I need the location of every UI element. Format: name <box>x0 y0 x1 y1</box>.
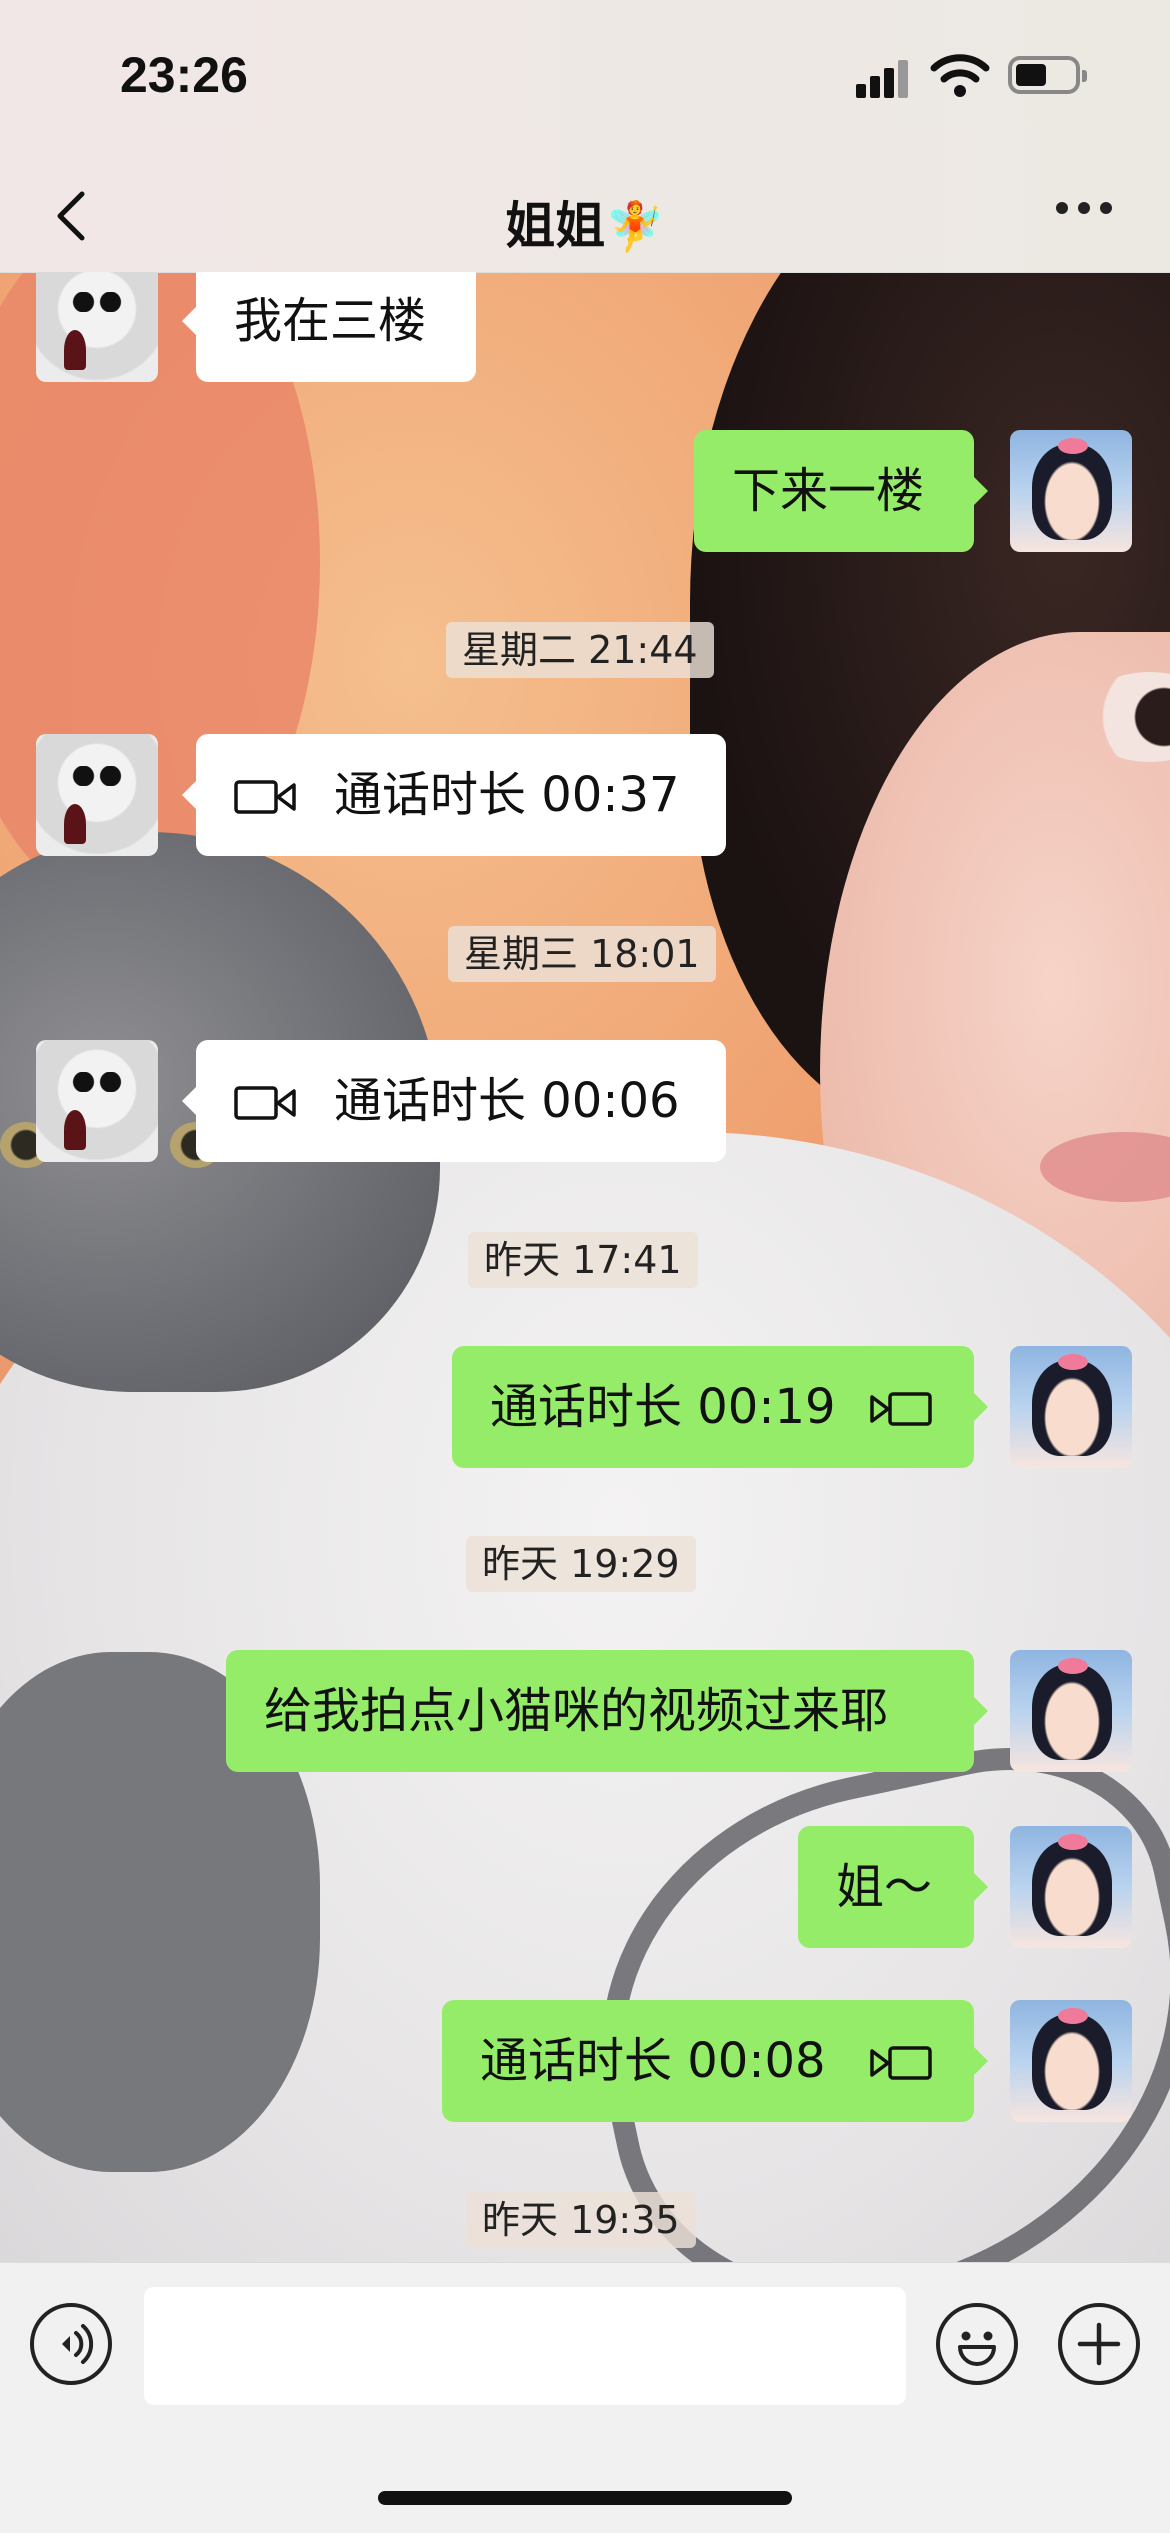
contact-avatar[interactable] <box>36 1040 158 1162</box>
input-bar <box>0 2262 1170 2533</box>
video-camera-icon <box>234 780 296 814</box>
ellipsis-icon[interactable] <box>1056 202 1116 222</box>
message-bubble-outgoing[interactable]: 给我拍点小猫咪的视频过来耶 <box>226 1650 988 1772</box>
contact-avatar[interactable] <box>36 272 158 382</box>
contact-name: 姐姐 <box>505 197 606 255</box>
video-call-record-outgoing[interactable]: 通话时长 00:19 <box>452 1346 988 1468</box>
chat-title: 姐姐🧚 <box>0 186 1170 258</box>
home-indicator[interactable] <box>378 2491 792 2505</box>
message-timestamp: 昨天 19:29 <box>466 1536 696 1592</box>
call-duration-text: 通话时长 00:19 <box>490 1379 836 1435</box>
message-timestamp: 昨天 19:35 <box>466 2192 696 2248</box>
video-call-record-outgoing[interactable]: 通话时长 00:08 <box>442 2000 988 2122</box>
my-avatar[interactable] <box>1010 1346 1132 1468</box>
plus-icon[interactable] <box>1058 2303 1140 2385</box>
my-avatar[interactable] <box>1010 430 1132 552</box>
message-timestamp: 星期三 18:01 <box>448 926 716 982</box>
video-camera-icon <box>234 1086 296 1120</box>
video-call-record-incoming[interactable]: 通话时长 00:06 <box>182 1040 726 1162</box>
message-text: 姐～ <box>836 1859 933 1915</box>
fairy-emoji: 🧚 <box>605 199 665 255</box>
my-avatar[interactable] <box>1010 1826 1132 1948</box>
message-bubble-incoming[interactable]: 我在三楼 <box>182 272 476 382</box>
message-input[interactable] <box>144 2287 906 2405</box>
message-text: 我在三楼 <box>234 293 427 349</box>
video-camera-icon <box>870 2046 932 2080</box>
message-timestamp: 昨天 17:41 <box>468 1232 698 1288</box>
call-duration-text: 通话时长 00:06 <box>334 1073 680 1129</box>
message-timestamp: 星期二 21:44 <box>446 622 714 678</box>
status-bar: 23:26 <box>0 0 1170 160</box>
message-bubble-outgoing[interactable]: 下来一楼 <box>694 430 988 552</box>
chat-header: 姐姐🧚 <box>0 160 1170 273</box>
video-call-record-incoming[interactable]: 通话时长 00:37 <box>182 734 726 856</box>
message-text: 下来一楼 <box>732 463 925 519</box>
call-duration-text: 通话时长 00:37 <box>334 767 680 823</box>
message-text: 给我拍点小猫咪的视频过来耶 <box>264 1683 889 1739</box>
emoji-icon[interactable] <box>936 2303 1018 2385</box>
call-duration-text: 通话时长 00:08 <box>480 2033 826 2089</box>
signal-bars-icon <box>856 58 912 98</box>
battery-icon <box>1008 56 1087 94</box>
my-avatar[interactable] <box>1010 2000 1132 2122</box>
voice-icon[interactable] <box>30 2303 112 2385</box>
message-list[interactable]: 我在三楼 下来一楼 星期二 21:44 通话时长 00:37 星期三 18:01… <box>0 272 1170 2262</box>
contact-avatar[interactable] <box>36 734 158 856</box>
wifi-icon <box>930 54 990 97</box>
video-camera-icon <box>870 1392 932 1426</box>
my-avatar[interactable] <box>1010 1650 1132 1772</box>
status-time: 23:26 <box>120 47 248 103</box>
message-bubble-outgoing[interactable]: 姐～ <box>798 1826 988 1948</box>
